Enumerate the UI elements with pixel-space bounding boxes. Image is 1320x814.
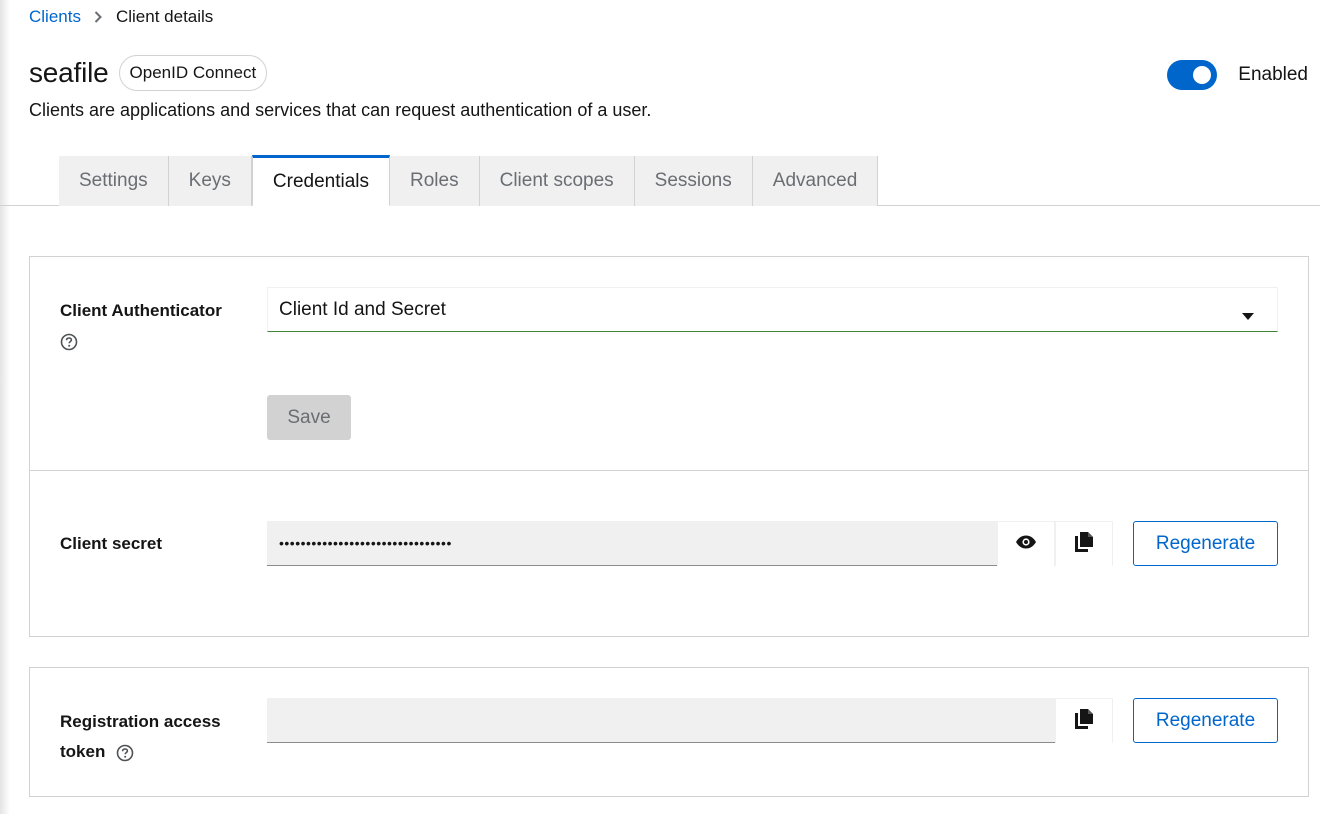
client-authenticator-value: Client Id and Secret xyxy=(279,298,446,320)
tab-keys[interactable]: Keys xyxy=(168,156,252,206)
help-icon[interactable] xyxy=(116,744,134,762)
save-button[interactable]: Save xyxy=(267,395,351,440)
tab-roles[interactable]: Roles xyxy=(390,156,480,206)
breadcrumb: Clients Client details xyxy=(29,7,213,27)
credentials-card: Client Authenticator Client Id and Secre… xyxy=(29,256,1309,637)
toggle-knob xyxy=(1193,66,1212,84)
registration-token-input[interactable] xyxy=(267,698,1055,742)
tab-credentials[interactable]: Credentials xyxy=(251,155,391,206)
tab-advanced[interactable]: Advanced xyxy=(752,156,879,206)
enabled-toggle[interactable] xyxy=(1167,60,1218,90)
breadcrumb-current: Client details xyxy=(115,7,214,26)
left-edge-shadow xyxy=(0,0,10,814)
enabled-label: Enabled xyxy=(1238,64,1308,85)
title-row: seafile OpenID Connect xyxy=(29,55,268,91)
page-description: Clients are applications and services th… xyxy=(29,100,652,120)
regenerate-token-button[interactable]: Regenerate xyxy=(1133,698,1278,743)
client-secret-input[interactable]: •••••••••••••••••••••••••••••••• xyxy=(267,521,997,565)
tab-settings[interactable]: Settings xyxy=(59,156,169,206)
page-title: seafile xyxy=(29,57,109,88)
enabled-toggle-group: Enabled xyxy=(1167,60,1308,90)
registration-token-label: Registration access token xyxy=(60,712,221,762)
protocol-badge: OpenID Connect xyxy=(118,55,268,91)
tab-client-scopes[interactable]: Client scopes xyxy=(479,156,635,206)
caret-down-icon xyxy=(1242,305,1254,327)
client-secret-label: Client secret xyxy=(60,534,163,553)
copy-icon xyxy=(1075,531,1093,557)
registration-token-field xyxy=(267,698,1113,743)
client-authenticator-label: Client Authenticator xyxy=(60,296,222,356)
client-secret-field: •••••••••••••••••••••••••••••••• xyxy=(267,521,1113,566)
copy-secret-button[interactable] xyxy=(1055,521,1113,566)
copy-icon xyxy=(1075,708,1093,734)
registration-token-card: Registration access token Regenerate xyxy=(29,667,1309,797)
regenerate-secret-button[interactable]: Regenerate xyxy=(1133,521,1278,566)
help-icon[interactable] xyxy=(60,333,78,351)
tab-sessions[interactable]: Sessions xyxy=(634,156,753,206)
client-tabs: Settings Keys Credentials Roles Client s… xyxy=(0,155,1320,206)
card-divider xyxy=(30,470,1308,471)
copy-token-button[interactable] xyxy=(1055,698,1113,743)
chevron-right-icon xyxy=(94,11,102,23)
client-authenticator-select[interactable]: Client Id and Secret xyxy=(267,287,1278,332)
show-secret-button[interactable] xyxy=(997,521,1055,566)
breadcrumb-clients-link[interactable]: Clients xyxy=(29,7,81,27)
eye-icon xyxy=(1015,535,1037,554)
